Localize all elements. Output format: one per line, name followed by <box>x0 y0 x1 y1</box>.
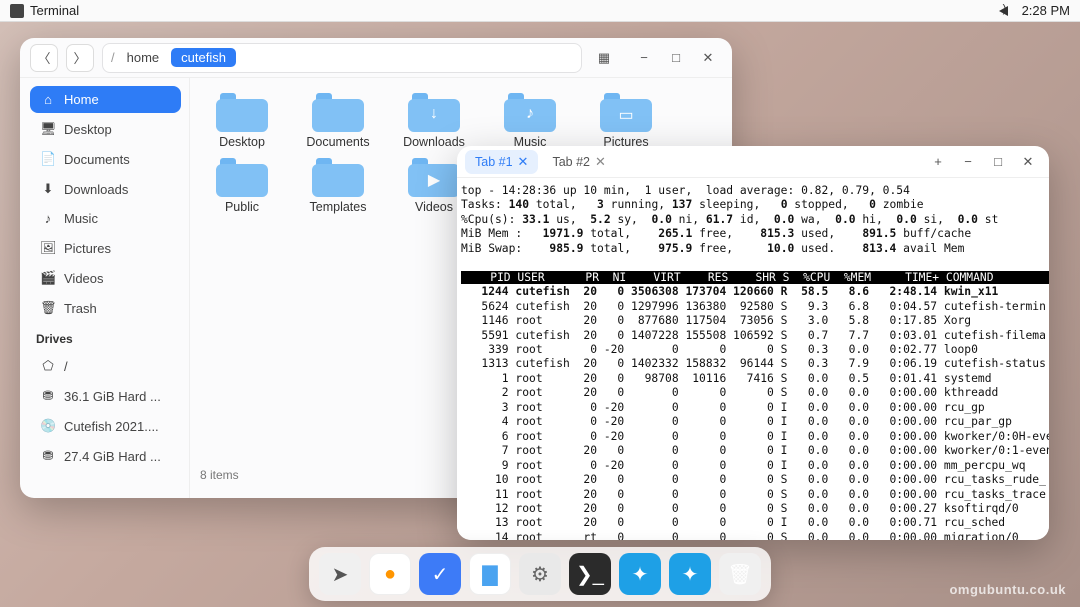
sidebar-item-label: Pictures <box>64 241 111 256</box>
active-app-label: Terminal <box>30 3 79 18</box>
folder-icon: ↓ <box>408 90 460 132</box>
top-panel: Terminal 2:28 PM <box>0 0 1080 22</box>
folder-documents[interactable]: Documents <box>294 90 382 149</box>
folder-icon <box>312 90 364 132</box>
sidebar-icon: ⌂ <box>40 92 56 107</box>
sidebar-item-videos[interactable]: 🎬 Videos <box>30 264 181 292</box>
sidebar-item-label: Trash <box>64 301 97 316</box>
sidebar-icon: 🖥 <box>40 121 56 137</box>
breadcrumb-home[interactable]: home <box>121 48 166 67</box>
sidebar-item-documents[interactable]: 📄 Documents <box>30 145 181 173</box>
nav-back-button[interactable]: 〈 <box>30 44 58 72</box>
sidebar-drives-header: Drives <box>30 324 181 350</box>
clock[interactable]: 2:28 PM <box>1022 3 1070 18</box>
terminal-tab[interactable]: Tab #1 ✕ <box>465 150 538 174</box>
sidebar-item-label: Documents <box>64 152 130 167</box>
tab-close-icon[interactable]: ✕ <box>518 154 529 170</box>
sidebar-drive-item[interactable]: ⛃ 27.4 GiB Hard ... <box>30 442 181 470</box>
terminal-maximize-button[interactable]: □ <box>985 149 1011 175</box>
file-manager-sidebar: ⌂ Home 🖥 Desktop 📄 Documents ⬇ Downloads ♪ Music 🖼… <box>20 78 190 498</box>
drive-icon: ⬠ <box>40 358 56 374</box>
terminal-tab-label: Tab #1 <box>475 155 513 169</box>
breadcrumb[interactable]: / home cutefish <box>102 43 582 73</box>
dock-cutefish-icon[interactable]: ✦ <box>669 553 711 595</box>
terminal-window: Tab #1 ✕ Tab #2 ✕ + − □ ✕ top - 14:28:36 up… <box>457 146 1049 540</box>
folder-label: Public <box>225 200 259 214</box>
folder-label: Templates <box>310 200 367 214</box>
sidebar-item-music[interactable]: ♪ Music <box>30 205 181 232</box>
fm-minimize-button[interactable]: − <box>630 44 658 72</box>
sidebar-item-label: / <box>64 359 68 374</box>
sidebar-icon: 🗑 <box>40 300 56 316</box>
sidebar-item-label: 36.1 GiB Hard ... <box>64 389 161 404</box>
terminal-output[interactable]: top - 14:28:36 up 10 min, 1 user, load a… <box>457 178 1049 540</box>
dock-trash-icon[interactable]: 🗑 <box>719 553 761 595</box>
sidebar-item-pictures[interactable]: 🖼 Pictures <box>30 234 181 262</box>
sidebar-drive-item[interactable]: 💿 Cutefish 2021.... <box>30 412 181 440</box>
terminal-close-button[interactable]: ✕ <box>1015 149 1041 175</box>
folder-pictures[interactable]: ▭Pictures <box>582 90 670 149</box>
sidebar-item-desktop[interactable]: 🖥 Desktop <box>30 115 181 143</box>
dock-kde-icon[interactable]: ✦ <box>619 553 661 595</box>
terminal-new-tab-button[interactable]: + <box>925 149 951 175</box>
sidebar-icon: 📄 <box>40 151 56 167</box>
folder-public[interactable]: Public <box>198 155 286 214</box>
terminal-minimize-button[interactable]: − <box>955 149 981 175</box>
sidebar-item-label: Home <box>64 92 99 107</box>
drive-icon: ⛃ <box>40 448 56 464</box>
folder-icon <box>216 90 268 132</box>
sidebar-item-label: Cutefish 2021.... <box>64 419 159 434</box>
folder-icon: ♪ <box>504 90 556 132</box>
terminal-titlebar: Tab #1 ✕ Tab #2 ✕ + − □ ✕ <box>457 146 1049 178</box>
terminal-tab-label: Tab #2 <box>552 155 590 169</box>
dock-firefox-icon[interactable]: ● <box>369 553 411 595</box>
sidebar-item-label: Music <box>64 211 98 226</box>
dock-settings-icon[interactable]: ⚙ <box>519 553 561 595</box>
fm-maximize-button[interactable]: □ <box>662 44 690 72</box>
dock: ➤ ● ✓ ▇ ⚙ ❯_ ✦ ✦ 🗑 <box>309 547 771 601</box>
folder-icon: ▭ <box>600 90 652 132</box>
sidebar-item-trash[interactable]: 🗑 Trash <box>30 294 181 322</box>
watermark: omgubuntu.co.uk <box>949 582 1066 597</box>
dock-terminal-icon[interactable]: ❯_ <box>569 553 611 595</box>
sidebar-icon: ♪ <box>40 211 56 226</box>
folder-templates[interactable]: Templates <box>294 155 382 214</box>
folder-icon <box>216 155 268 197</box>
folder-desktop[interactable]: Desktop <box>198 90 286 149</box>
active-app-icon <box>10 4 24 18</box>
dock-files-icon[interactable]: ▇ <box>469 553 511 595</box>
folder-label: Desktop <box>219 135 265 149</box>
sidebar-item-home[interactable]: ⌂ Home <box>30 86 181 113</box>
terminal-tab[interactable]: Tab #2 ✕ <box>542 150 615 174</box>
view-grid-icon[interactable]: ▦ <box>590 44 618 72</box>
sidebar-icon: 🎬 <box>40 270 56 286</box>
sidebar-icon: 🖼 <box>40 240 56 256</box>
sidebar-item-label: 27.4 GiB Hard ... <box>64 449 161 464</box>
breadcrumb-leaf[interactable]: cutefish <box>171 48 236 67</box>
folder-icon: ▶ <box>408 155 460 197</box>
sidebar-item-label: Desktop <box>64 122 112 137</box>
drive-icon: ⛃ <box>40 388 56 404</box>
nav-forward-button[interactable]: 〉 <box>66 44 94 72</box>
file-manager-toolbar: 〈 〉 / home cutefish ▦ − □ ✕ <box>20 38 732 78</box>
dock-todo-icon[interactable]: ✓ <box>419 553 461 595</box>
folder-music[interactable]: ♪Music <box>486 90 574 149</box>
sidebar-icon: ⬇ <box>40 181 56 197</box>
sidebar-drive-item[interactable]: ⬠/ <box>30 352 181 380</box>
breadcrumb-root[interactable]: / <box>111 50 115 65</box>
dock-launcher-icon[interactable]: ➤ <box>319 553 361 595</box>
sidebar-item-downloads[interactable]: ⬇ Downloads <box>30 175 181 203</box>
fm-close-button[interactable]: ✕ <box>694 44 722 72</box>
folder-downloads[interactable]: ↓ Downloads <box>390 90 478 149</box>
folder-label: Documents <box>306 135 369 149</box>
drive-icon: 💿 <box>40 418 56 434</box>
tab-close-icon[interactable]: ✕ <box>595 154 606 170</box>
sidebar-drive-item[interactable]: ⛃ 36.1 GiB Hard ... <box>30 382 181 410</box>
volume-icon[interactable] <box>999 6 1008 16</box>
sidebar-item-label: Videos <box>64 271 104 286</box>
folder-icon <box>312 155 364 197</box>
folder-label: Downloads <box>403 135 465 149</box>
sidebar-item-label: Downloads <box>64 182 128 197</box>
folder-label: Videos <box>415 200 453 214</box>
